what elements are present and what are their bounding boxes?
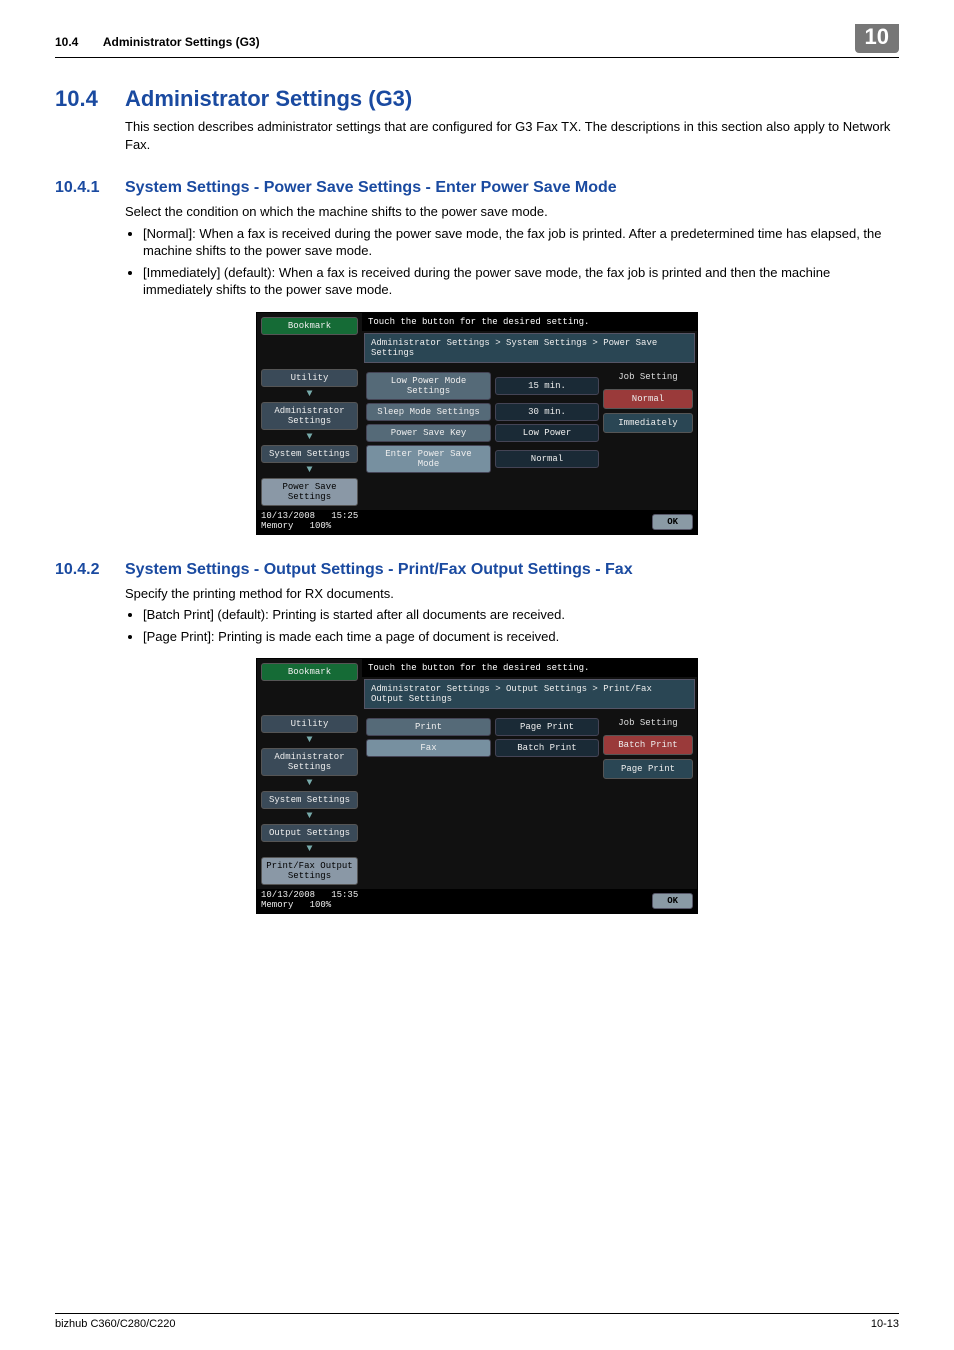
ok-button[interactable]: OK (652, 514, 693, 530)
fax-button[interactable]: Fax (366, 739, 491, 757)
breadcrumb: Administrator Settings > System Settings… (364, 333, 695, 363)
low-power-mode-value: 15 min. (495, 377, 599, 395)
nav-admin-settings[interactable]: Administrator Settings (261, 402, 358, 430)
status-time: 15:35 (331, 890, 358, 900)
bookmark-button[interactable]: Bookmark (261, 317, 358, 335)
heading-10-4-1: 10.4.1 System Settings - Power Save Sett… (55, 179, 899, 197)
setting-row: Sleep Mode Settings 30 min. (366, 403, 599, 421)
touch-panel-power-save: Bookmark Touch the button for the desire… (256, 312, 698, 535)
nav-power-save-settings[interactable]: Power Save Settings (261, 478, 358, 506)
chevron-down-icon: ▼ (257, 778, 362, 789)
status-bar: 10/13/2008 15:35 Memory 100% OK (257, 889, 697, 913)
nav-system-settings[interactable]: System Settings (261, 445, 358, 463)
nav-utility[interactable]: Utility (261, 715, 358, 733)
chevron-down-icon: ▼ (257, 811, 362, 822)
status-mem-label: Memory (261, 900, 293, 910)
breadcrumb: Administrator Settings > Output Settings… (364, 679, 695, 709)
low-power-mode-button[interactable]: Low Power Mode Settings (366, 372, 491, 400)
status-mem-label: Memory (261, 521, 293, 531)
chevron-down-icon: ▼ (257, 432, 362, 443)
status-date: 10/13/2008 (261, 890, 315, 900)
intro-10-4: This section describes administrator set… (125, 118, 899, 153)
sleep-mode-value: 30 min. (495, 403, 599, 421)
power-save-key-value: Low Power (495, 424, 599, 442)
status-mem-value: 100% (310, 521, 332, 531)
intro-10-4-1: Select the condition on which the machin… (125, 203, 899, 221)
status-text: 10/13/2008 15:35 Memory 100% (261, 891, 358, 911)
nav-print-fax-output[interactable]: Print/Fax Output Settings (261, 857, 358, 885)
bullet: [Normal]: When a fax is received during … (143, 225, 899, 260)
setting-row: Low Power Mode Settings 15 min. (366, 372, 599, 400)
heading-text: System Settings - Output Settings - Prin… (125, 561, 899, 579)
panel-prompt: Touch the button for the desired setting… (362, 659, 697, 677)
ok-button[interactable]: OK (652, 893, 693, 909)
power-save-key-button[interactable]: Power Save Key (366, 424, 491, 442)
option-batch-print[interactable]: Batch Print (603, 735, 693, 755)
touch-panel-output: Bookmark Touch the button for the desire… (256, 658, 698, 914)
status-bar: 10/13/2008 15:25 Memory 100% OK (257, 510, 697, 534)
print-value: Page Print (495, 718, 599, 736)
bookmark-button[interactable]: Bookmark (261, 663, 358, 681)
enter-power-save-value: Normal (495, 450, 599, 468)
status-date: 10/13/2008 (261, 511, 315, 521)
panel-prompt: Touch the button for the desired setting… (362, 313, 697, 331)
print-button[interactable]: Print (366, 718, 491, 736)
status-time: 15:25 (331, 511, 358, 521)
setting-row: Fax Batch Print (366, 739, 599, 757)
chevron-down-icon: ▼ (257, 735, 362, 746)
bullet: [Immediately] (default): When a fax is r… (143, 264, 899, 299)
bullet: [Batch Print] (default): Printing is sta… (143, 606, 899, 624)
chapter-number-box: 10 (855, 24, 899, 53)
intro-10-4-2: Specify the printing method for RX docum… (125, 585, 899, 603)
bullets-10-4-2: [Batch Print] (default): Printing is sta… (125, 606, 899, 645)
status-text: 10/13/2008 15:25 Memory 100% (261, 512, 358, 532)
setting-row: Power Save Key Low Power (366, 424, 599, 442)
header-section-num: 10.4 (55, 35, 100, 49)
status-mem-value: 100% (310, 900, 332, 910)
option-normal[interactable]: Normal (603, 389, 693, 409)
page-header: 10.4 Administrator Settings (G3) 10 (55, 30, 899, 58)
enter-power-save-button[interactable]: Enter Power Save Mode (366, 445, 491, 473)
nav-output-settings[interactable]: Output Settings (261, 824, 358, 842)
heading-10-4-2: 10.4.2 System Settings - Output Settings… (55, 561, 899, 579)
heading-10-4: 10.4 Administrator Settings (G3) (55, 86, 899, 112)
job-setting-header: Job Setting (603, 369, 693, 385)
heading-text: Administrator Settings (G3) (125, 86, 899, 112)
heading-num: 10.4 (55, 86, 125, 112)
fax-value: Batch Print (495, 739, 599, 757)
chevron-down-icon: ▼ (257, 389, 362, 400)
nav-admin-settings[interactable]: Administrator Settings (261, 748, 358, 776)
heading-num: 10.4.1 (55, 179, 125, 197)
option-immediately[interactable]: Immediately (603, 413, 693, 433)
option-page-print[interactable]: Page Print (603, 759, 693, 779)
bullet: [Page Print]: Printing is made each time… (143, 628, 899, 646)
bullets-10-4-1: [Normal]: When a fax is received during … (125, 225, 899, 299)
nav-system-settings[interactable]: System Settings (261, 791, 358, 809)
footer-model: bizhub C360/C280/C220 (55, 1318, 175, 1330)
footer-page: 10-13 (871, 1318, 899, 1330)
setting-row: Enter Power Save Mode Normal (366, 445, 599, 473)
chevron-down-icon: ▼ (257, 844, 362, 855)
job-setting-header: Job Setting (603, 715, 693, 731)
heading-num: 10.4.2 (55, 561, 125, 579)
page-footer: bizhub C360/C280/C220 10-13 (55, 1313, 899, 1330)
heading-text: System Settings - Power Save Settings - … (125, 179, 899, 197)
header-left: 10.4 Administrator Settings (G3) (55, 35, 260, 49)
nav-utility[interactable]: Utility (261, 369, 358, 387)
setting-row: Print Page Print (366, 718, 599, 736)
chevron-down-icon: ▼ (257, 465, 362, 476)
header-section-title: Administrator Settings (G3) (103, 35, 260, 49)
sleep-mode-button[interactable]: Sleep Mode Settings (366, 403, 491, 421)
